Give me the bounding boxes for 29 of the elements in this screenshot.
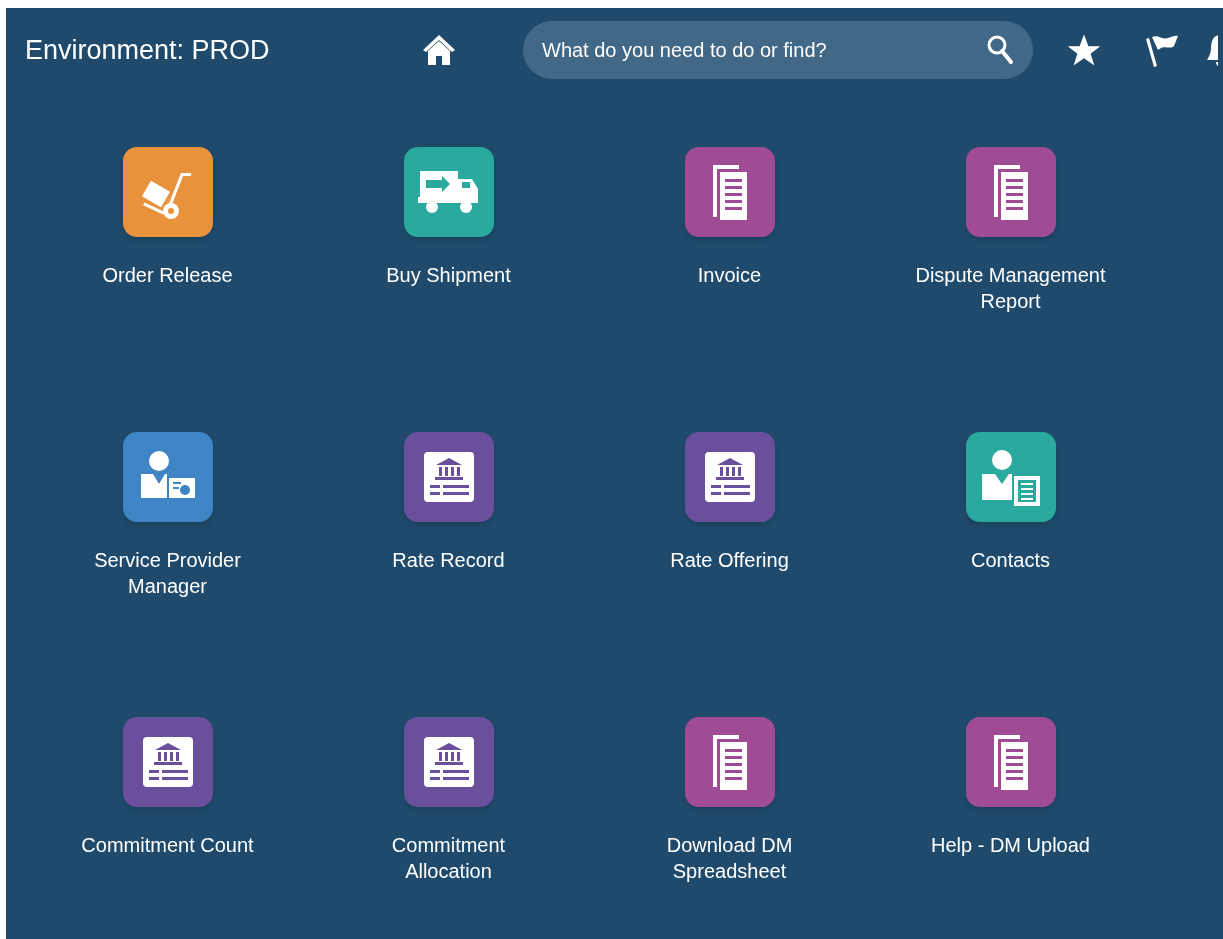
star-icon[interactable] — [1066, 33, 1102, 67]
app-tile-button[interactable] — [965, 432, 1056, 522]
app-tile-label[interactable]: Order Release — [67, 262, 268, 288]
app-tile-label[interactable]: Service Provider Manager — [67, 547, 268, 599]
home-icon[interactable] — [421, 33, 457, 67]
app-tile-button[interactable] — [684, 717, 775, 807]
app-tile-label[interactable]: Contacts — [910, 547, 1111, 573]
app-tile-label[interactable]: Commitment Count — [67, 832, 268, 858]
search-field[interactable]: What do you need to do or find? — [523, 21, 1033, 79]
app-tile-label[interactable]: Invoice — [629, 262, 830, 288]
app-tile-label[interactable]: Dispute Management Report — [910, 262, 1111, 314]
app-tile-label[interactable]: Help - DM Upload — [910, 832, 1111, 858]
app-tile-button[interactable] — [122, 147, 213, 237]
app-tile-button[interactable] — [122, 432, 213, 522]
search-icon[interactable] — [986, 34, 1014, 66]
app-tile-button[interactable] — [403, 147, 494, 237]
app-tile-button[interactable] — [684, 432, 775, 522]
app-tile-button[interactable] — [122, 717, 213, 807]
app-tile-label[interactable]: Download DM Spreadsheet — [629, 832, 830, 884]
app-tile-label[interactable]: Rate Offering — [629, 547, 830, 573]
app-tile-button[interactable] — [403, 717, 494, 807]
app-tile-label[interactable]: Buy Shipment — [348, 262, 549, 288]
app-tile-button[interactable] — [965, 147, 1056, 237]
app-tile-label[interactable]: Commitment Allocation — [348, 832, 549, 884]
app-tile-button[interactable] — [684, 147, 775, 237]
app-tile-button[interactable] — [403, 432, 494, 522]
environment-title: Environment: PROD — [25, 33, 271, 67]
app-tile-label[interactable]: Rate Record — [348, 547, 549, 573]
app-tile-button[interactable] — [965, 717, 1056, 807]
